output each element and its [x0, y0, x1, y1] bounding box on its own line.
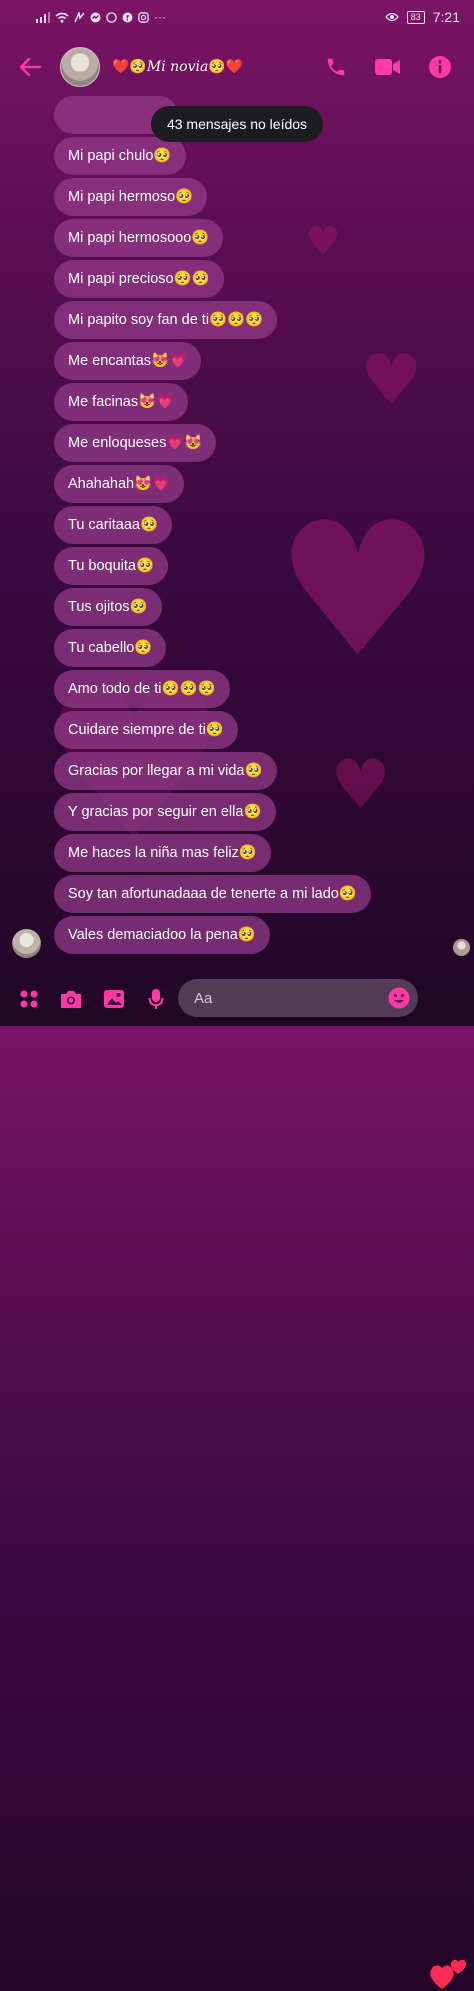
message-input[interactable]	[192, 988, 376, 1008]
message-text: Tu boquita🥺	[68, 558, 155, 574]
more-notifications-text: ···	[154, 10, 166, 24]
eye-comfort-icon	[384, 12, 399, 22]
message-bubble[interactable]: Me haces la niña mas feliz🥺	[54, 834, 271, 872]
contact-name[interactable]: ❤️🥺Mi novia🥺❤️	[112, 59, 243, 75]
background-heart-icon: ♥	[305, 219, 341, 265]
message-bubble[interactable]: Gracias por llegar a mi vida🥺	[54, 752, 277, 790]
gallery-button[interactable]	[93, 977, 135, 1021]
message-text: Me enloqueses💗😻	[68, 435, 203, 451]
back-arrow-icon	[19, 58, 41, 76]
status-time: 7:21	[432, 9, 460, 25]
actions-menu-button[interactable]	[8, 977, 50, 1021]
contact-name-emoji-left: ❤️🥺	[112, 59, 147, 75]
header-actions	[310, 36, 474, 98]
message-bubble[interactable]: Vales demaciadoo la pena🥺	[54, 916, 270, 954]
message-bubble[interactable]: Tu boquita🥺	[54, 547, 169, 585]
background-heart-icon: ♥	[275, 482, 441, 698]
message-bubble[interactable]: Soy tan afortunadaaa de tenerte a mi lad…	[54, 875, 371, 913]
message-composer	[0, 972, 474, 1989]
unread-messages-toast[interactable]: 43 mensajes no leídos	[151, 106, 323, 142]
status-bar: f ··· 83 7:21	[0, 0, 474, 34]
contact-name-text: Mi novia	[146, 59, 209, 75]
camera-button[interactable]	[50, 977, 92, 1021]
message-bubble[interactable]: Me enloqueses💗😻	[54, 424, 217, 462]
message-text: Gracias por llegar a mi vida🥺	[68, 763, 263, 779]
message-bubble[interactable]: Me facinas😻💗	[54, 383, 189, 421]
message-bubble[interactable]: Tu caritaaa🥺	[54, 506, 173, 544]
svg-text:f: f	[126, 14, 129, 23]
message-text: Y gracias por seguir en ella🥺	[68, 804, 262, 820]
message-text: Me haces la niña mas feliz🥺	[68, 845, 257, 861]
message-bubble[interactable]: Tu cabello🥺	[54, 629, 167, 667]
message-bubble[interactable]: Amo todo de ti🥺🥺🥺	[54, 670, 230, 708]
message-text: Me encantas😻💗	[68, 353, 188, 369]
phone-icon	[327, 58, 345, 76]
hearts-send-icon[interactable]	[428, 1955, 468, 1991]
message-text: Mi papi hermosooo🥺	[68, 230, 210, 246]
message-text: Cuidare siempre de ti🥺	[68, 722, 224, 738]
grid-menu-icon	[20, 990, 38, 1008]
message-text: Mi papi precioso🥺🥺	[68, 271, 210, 287]
background-heart-icon: ♥	[360, 339, 423, 421]
message-bubble[interactable]: Mi papi hermosooo🥺	[54, 219, 224, 257]
contact-name-emoji-right: 🥺❤️	[208, 59, 244, 75]
message-input-container	[178, 979, 418, 1017]
message-text: Mi papi chulo🥺	[68, 148, 172, 164]
contact-avatar[interactable]	[60, 47, 100, 87]
message-bubble[interactable]: Tus ojitos🥺	[54, 588, 162, 626]
info-icon	[429, 56, 451, 78]
signal-icon	[36, 11, 50, 23]
message-bubble[interactable]: Ahahahah😻💗	[54, 465, 185, 503]
facebook-notification-icon: f	[122, 12, 133, 23]
message-bubble[interactable]: Mi papi chulo🥺	[54, 137, 186, 175]
back-button[interactable]	[0, 36, 60, 98]
message-text: Ahahahah😻💗	[68, 476, 171, 492]
message-text: Mi papito soy fan de ti🥺🥺🥺	[68, 312, 264, 328]
video-call-button[interactable]	[362, 41, 414, 93]
message-bubble[interactable]: Cuidare siempre de ti🥺	[54, 711, 238, 749]
message-text: Vales demaciadoo la pena🥺	[68, 927, 256, 943]
messenger-notification-icon	[90, 12, 101, 22]
message-bubble[interactable]: Y gracias por seguir en ella🥺	[54, 793, 276, 831]
wifi-icon	[55, 12, 69, 23]
message-bubble[interactable]: Me encantas😻💗	[54, 342, 202, 380]
status-icons-right: 83 7:21	[384, 9, 460, 25]
message-text: Mi papi hermoso🥺	[68, 189, 194, 205]
message-bubble[interactable]: Mi papi precioso🥺🥺	[54, 260, 224, 298]
message-text: Tu cabello🥺	[68, 640, 153, 656]
message-text: Me facinas😻💗	[68, 394, 175, 410]
background-heart-icon: ♥	[330, 746, 391, 825]
emoji-icon[interactable]	[388, 987, 410, 1009]
status-icons-left: f ···	[36, 10, 166, 24]
video-camera-icon	[375, 59, 400, 75]
message-text: Soy tan afortunadaaa de tenerte a mi lad…	[68, 886, 357, 902]
message-bubble[interactable]: Mi papito soy fan de ti🥺🥺🥺	[54, 301, 278, 339]
battery-indicator: 83	[406, 10, 425, 24]
message-text: Amo todo de ti🥺🥺🥺	[68, 681, 216, 697]
microphone-icon	[148, 989, 164, 1009]
instagram-notification-icon	[138, 11, 149, 23]
nfc-icon	[74, 11, 85, 22]
message-bubble[interactable]: Mi papi hermoso🥺	[54, 178, 208, 216]
sender-avatar[interactable]	[12, 929, 41, 958]
whatsapp-notification-icon	[106, 11, 117, 23]
camera-icon	[61, 991, 81, 1008]
chat-header: ❤️🥺Mi novia🥺❤️	[0, 36, 474, 98]
message-text: Tu caritaaa🥺	[68, 517, 159, 533]
voice-call-button[interactable]	[310, 41, 362, 93]
gallery-icon	[104, 990, 124, 1008]
info-button[interactable]	[414, 41, 466, 93]
message-text: Tus ojitos🥺	[68, 599, 148, 615]
voice-message-button[interactable]	[135, 977, 177, 1021]
seen-receipt-avatar	[453, 939, 470, 956]
